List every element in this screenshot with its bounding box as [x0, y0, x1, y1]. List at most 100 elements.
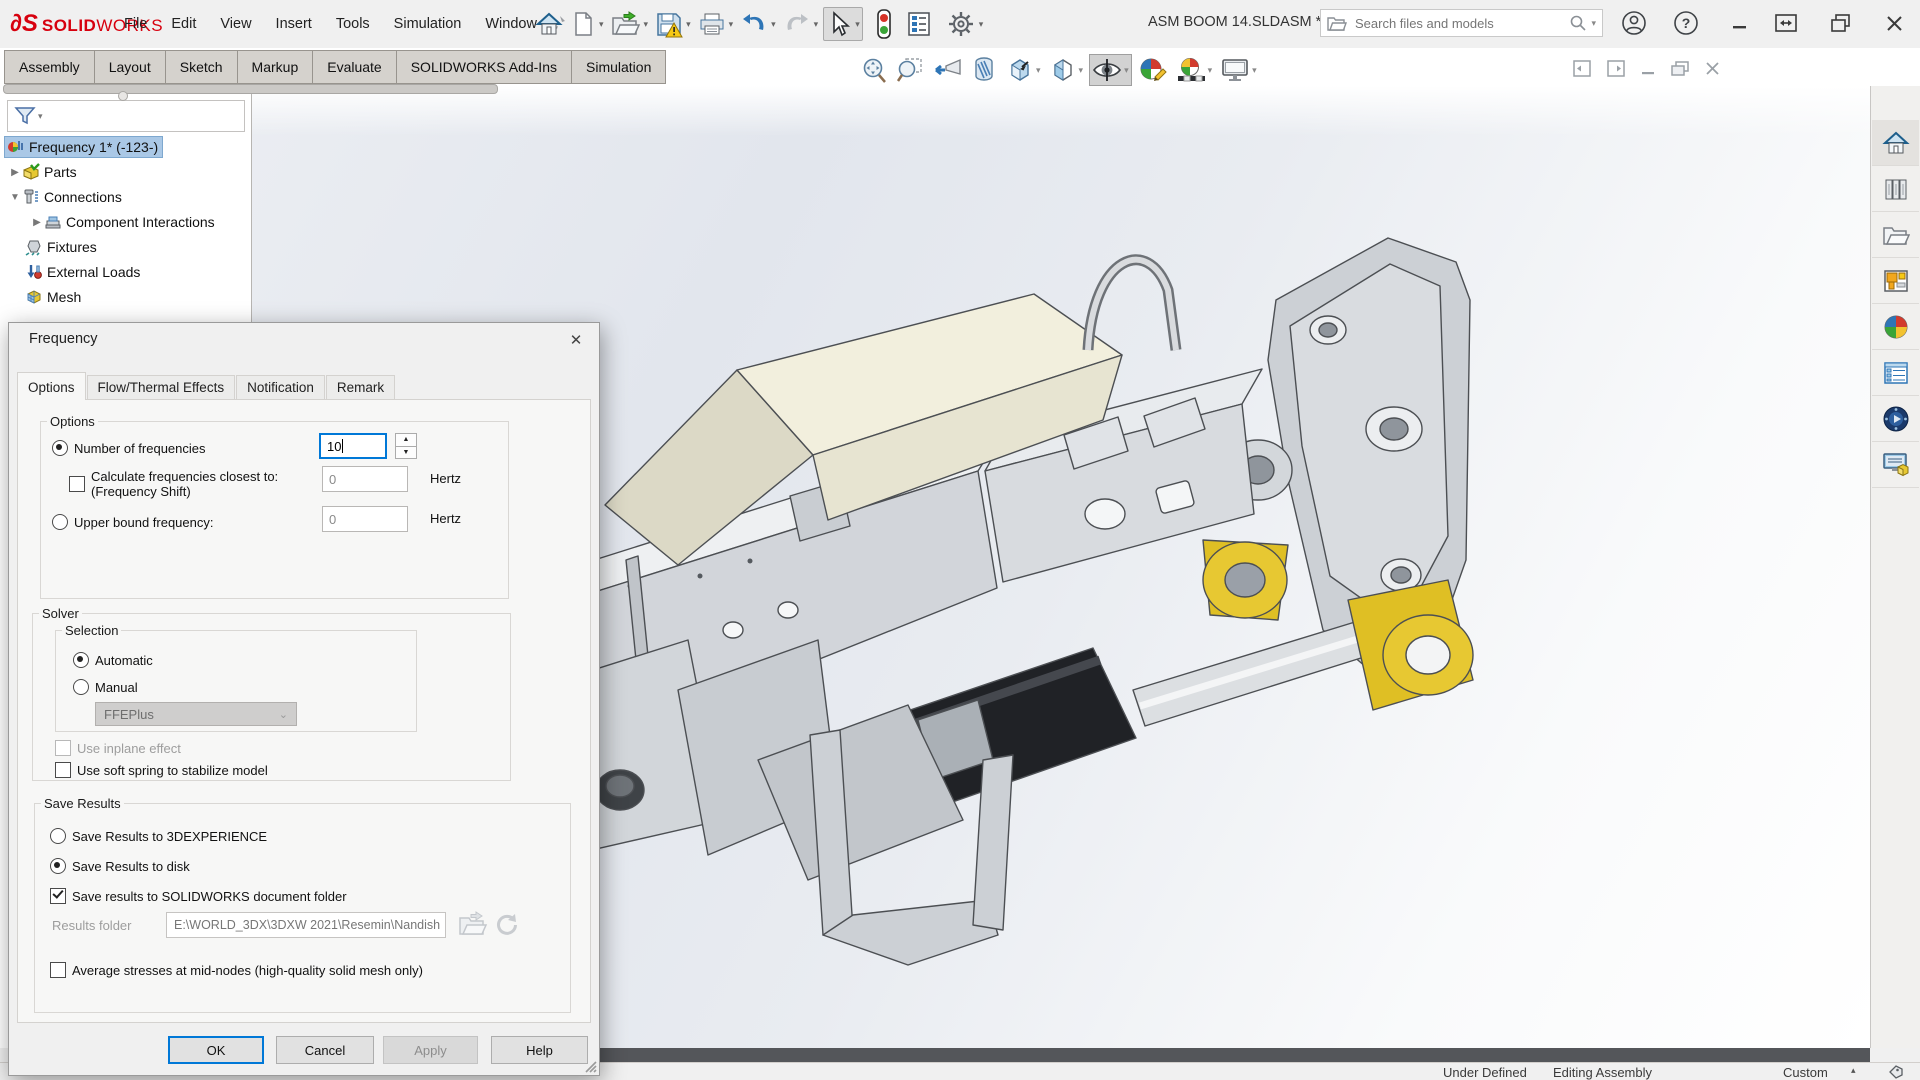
view-orientation-button[interactable]: ▾ [1004, 54, 1043, 86]
dialog-close-button[interactable]: ✕ [561, 327, 591, 353]
dropdown-caret[interactable]: ▾ [1591, 18, 1596, 29]
upper-bound-frequency-radio[interactable]: Upper bound frequency: [52, 514, 213, 530]
tab-sketch[interactable]: Sketch [165, 50, 238, 84]
dropdown-caret[interactable]: ▾ [1079, 65, 1084, 76]
collapse-arrow-icon[interactable]: ▼ [8, 192, 22, 203]
upper-bound-input[interactable]: 0 [322, 506, 408, 532]
dropdown-caret[interactable]: ▾ [1124, 65, 1129, 76]
checkbox-icon[interactable] [50, 888, 66, 904]
doc-close-icon[interactable] [1705, 61, 1720, 76]
tree-item-parts[interactable]: ▶ Parts [8, 161, 77, 183]
options-button[interactable]: ▾ [944, 7, 986, 41]
dialog-resize-grip[interactable] [583, 1059, 597, 1073]
previous-view-button[interactable] [930, 54, 964, 86]
hide-show-items-button[interactable]: ▾ [1089, 54, 1132, 86]
interference-check-button[interactable] [874, 7, 894, 41]
login-button[interactable] [1620, 9, 1648, 37]
display-style-button[interactable]: ▾ [1047, 54, 1086, 86]
save-button[interactable]: ▾ [653, 8, 693, 40]
frequency-spinner[interactable]: ▲ ▼ [395, 433, 417, 459]
spinner-up-icon[interactable]: ▲ [396, 434, 416, 447]
tree-item-fixtures[interactable]: Fixtures [25, 236, 97, 258]
number-of-frequencies-input[interactable]: 10 [319, 433, 387, 459]
tree-item-external-loads[interactable]: External Loads [25, 261, 140, 283]
dialog-title-bar[interactable]: Frequency ✕ [9, 323, 599, 357]
tab-layout[interactable]: Layout [94, 50, 166, 84]
menu-view[interactable]: View [208, 0, 263, 48]
radio-icon[interactable] [52, 514, 68, 530]
solver-manual-radio[interactable]: Manual [73, 679, 138, 695]
tag-icon[interactable] [1888, 1064, 1904, 1080]
tree-item-frequency-study[interactable]: Frequency 1* (-123-) [3, 136, 164, 158]
taskpane-custom-properties-tab[interactable] [1872, 350, 1919, 396]
frequency-shift-checkbox[interactable]: Calculate frequencies closest to: (Frequ… [69, 469, 278, 499]
save-to-disk-radio[interactable]: Save Results to disk [50, 858, 190, 874]
menu-tools[interactable]: Tools [324, 0, 382, 48]
dropdown-caret[interactable]: ▾ [729, 19, 734, 30]
radio-icon[interactable] [50, 858, 66, 874]
undo-button[interactable]: ▾ [738, 8, 778, 40]
radio-icon[interactable] [50, 828, 66, 844]
dialog-tab-notification[interactable]: Notification [236, 375, 325, 400]
expand-arrow-icon[interactable]: ▶ [30, 217, 44, 228]
save-to-sw-folder-checkbox[interactable]: Save results to SOLIDWORKS document fold… [50, 888, 347, 904]
expand-arrow-icon[interactable]: ▶ [8, 167, 22, 178]
tree-filter[interactable]: ▾ [7, 100, 245, 132]
dropdown-caret[interactable]: ▾ [644, 19, 649, 30]
number-of-frequencies-radio[interactable]: Number of frequencies [52, 440, 206, 456]
open-button[interactable]: ▾ [609, 8, 651, 40]
taskpane-view-palette-tab[interactable] [1872, 258, 1919, 304]
tab-assembly[interactable]: Assembly [4, 50, 95, 84]
save-to-3dexperience-radio[interactable]: Save Results to 3DEXPERIENCE [50, 828, 267, 844]
close-button[interactable] [1876, 6, 1912, 40]
radio-icon[interactable] [73, 679, 89, 695]
dropdown-caret[interactable]: ▾ [771, 19, 776, 30]
dropdown-caret[interactable]: ▾ [855, 19, 860, 30]
ok-button[interactable]: OK [168, 1036, 264, 1064]
taskpane-3dexperience-tab[interactable] [1872, 396, 1919, 442]
zoom-to-fit-button[interactable] [858, 54, 890, 86]
unit-system-caret-icon[interactable]: ▴ [1851, 1065, 1856, 1076]
home-button[interactable] [533, 8, 565, 40]
section-view-button[interactable] [968, 54, 1000, 86]
dropdown-caret[interactable]: ▾ [1252, 65, 1257, 76]
print-button[interactable]: ▾ [696, 8, 736, 40]
collapse-left-pane-icon[interactable] [1573, 60, 1591, 77]
spinner-down-icon[interactable]: ▼ [396, 447, 416, 459]
tab-markup[interactable]: Markup [237, 50, 314, 84]
taskpane-design-library-tab[interactable] [1872, 166, 1919, 212]
taskpane-solidworks-resources-tab[interactable] [1872, 442, 1919, 488]
soft-spring-checkbox[interactable]: Use soft spring to stabilize model [55, 762, 268, 778]
design-checker-button[interactable] [903, 8, 935, 40]
dropdown-caret[interactable]: ▾ [599, 19, 604, 30]
radio-icon[interactable] [73, 652, 89, 668]
tree-item-connections[interactable]: ▼ Connections [8, 186, 122, 208]
menu-file[interactable]: File [112, 0, 159, 48]
checkbox-icon[interactable] [55, 762, 71, 778]
tree-item-component-interactions[interactable]: ▶ Component Interactions [30, 211, 215, 233]
collapse-right-pane-icon[interactable] [1607, 60, 1625, 77]
help-button[interactable]: ? [1672, 9, 1700, 37]
frequency-shift-input[interactable]: 0 [322, 466, 408, 492]
cancel-button[interactable]: Cancel [276, 1036, 374, 1064]
doc-minimize-icon[interactable] [1641, 62, 1655, 76]
new-document-button[interactable]: ▾ [568, 8, 606, 40]
checkbox-icon[interactable] [50, 962, 66, 978]
status-unit-system[interactable]: Custom [1783, 1065, 1828, 1080]
dropdown-caret[interactable]: ▾ [1208, 65, 1213, 76]
tab-simulation[interactable]: Simulation [572, 50, 667, 84]
menu-insert[interactable]: Insert [264, 0, 324, 48]
dialog-tab-flow-thermal[interactable]: Flow/Thermal Effects [86, 375, 236, 400]
dropdown-caret[interactable]: ▾ [979, 19, 984, 30]
search-bar[interactable]: ▾ [1320, 9, 1603, 37]
dialog-tab-options[interactable]: Options [17, 372, 86, 400]
apply-scene-button[interactable]: ▾ [1174, 54, 1215, 86]
menu-edit[interactable]: Edit [159, 0, 208, 48]
resize-panes-button[interactable] [1768, 6, 1804, 40]
checkbox-icon[interactable] [69, 476, 85, 492]
minimize-button[interactable] [1722, 6, 1758, 40]
panel-splitter-handle[interactable] [118, 91, 128, 101]
doc-restore-icon[interactable] [1671, 60, 1689, 77]
menu-simulation[interactable]: Simulation [382, 0, 474, 48]
taskpane-appearances-tab[interactable] [1872, 304, 1919, 350]
